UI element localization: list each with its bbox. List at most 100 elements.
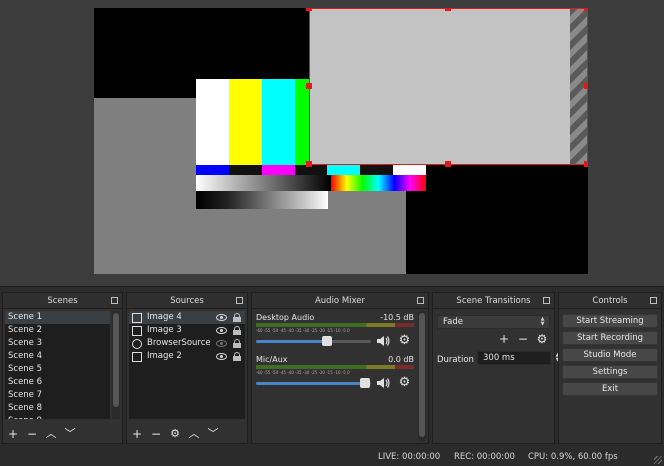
sources-dock-title: Sources xyxy=(127,293,247,309)
volume-meter xyxy=(256,365,414,369)
scene-list-item[interactable]: Scene 6 xyxy=(5,376,110,389)
mixer-scroll-thumb[interactable] xyxy=(419,313,425,437)
source-name: Image 4 xyxy=(147,312,182,322)
selection-handle[interactable] xyxy=(584,83,588,89)
remove-transition-icon[interactable]: − xyxy=(517,333,529,345)
visibility-eye-icon[interactable] xyxy=(216,314,227,321)
lock-icon[interactable] xyxy=(233,352,241,361)
scene-list-item[interactable]: Scene 2 xyxy=(5,324,110,337)
track-db: -10.5 dB xyxy=(380,313,414,322)
add-transition-icon[interactable]: + xyxy=(498,333,510,345)
visibility-eye-icon[interactable] xyxy=(216,353,227,360)
preview-area[interactable] xyxy=(0,0,664,287)
source-properties-gear-icon[interactable]: ⚙ xyxy=(169,428,181,440)
lock-icon[interactable] xyxy=(233,313,241,322)
settings-button[interactable]: Settings xyxy=(562,365,658,379)
move-up-icon[interactable]: ︿ xyxy=(45,428,57,440)
sources-dock: Sources Image 4 Image 3 BrowserSource Image… xyxy=(126,292,248,444)
image-icon xyxy=(132,351,142,362)
selection-handle[interactable] xyxy=(306,83,312,89)
scene-list-item[interactable]: Scene 5 xyxy=(5,363,110,376)
duration-input[interactable]: 300 ms ▲▼ xyxy=(477,351,559,365)
volume-slider[interactable] xyxy=(256,336,371,346)
mixer-title-text: Audio Mixer xyxy=(314,296,366,306)
visibility-eye-icon[interactable] xyxy=(216,327,227,334)
scene-list-item[interactable]: Scene 1 xyxy=(5,311,110,324)
cpu-status: CPU: 0.9%, 60.00 fps xyxy=(528,452,618,462)
source-list-item[interactable]: Image 3 xyxy=(129,324,245,337)
scene-list-item[interactable]: Scene 8 xyxy=(5,402,110,415)
mixer-scrollbar[interactable] xyxy=(418,311,426,441)
resize-grip-icon[interactable] xyxy=(654,456,662,464)
start-streaming-button[interactable]: Start Streaming xyxy=(562,314,658,328)
lock-icon[interactable] xyxy=(233,326,241,335)
lock-icon[interactable] xyxy=(233,339,241,348)
transitions-dock-title: Scene Transitions xyxy=(433,293,554,309)
updown-chevron-icon: ▲ ▼ xyxy=(540,316,545,327)
scene-list-item[interactable]: Scene 7 xyxy=(5,389,110,402)
duration-label: Duration xyxy=(437,355,474,365)
move-down-icon[interactable]: ﹀ xyxy=(64,428,76,440)
sources-toolbar: + − ⚙ ︿ ﹀ xyxy=(131,427,219,441)
undock-icon[interactable] xyxy=(417,297,424,304)
add-source-icon[interactable]: + xyxy=(131,428,143,440)
controls-dock: Controls Start Streaming Start Recording… xyxy=(558,292,662,444)
selection-handle[interactable] xyxy=(306,8,312,11)
visibility-eye-icon[interactable] xyxy=(216,340,227,347)
scenes-list[interactable]: Scene 1 Scene 2 Scene 3 Scene 4 Scene 5 Scene… xyxy=(5,311,110,419)
meter-scale: -60 -55 -50 -45 -40 -35 -30 -25 -20 -15 … xyxy=(256,328,350,333)
studio-mode-button[interactable]: Studio Mode xyxy=(562,348,658,362)
volume-slider-knob[interactable] xyxy=(360,378,371,388)
track-name: Desktop Audio xyxy=(256,313,315,322)
exit-button[interactable]: Exit xyxy=(562,382,658,396)
scenes-dock-title: Scenes xyxy=(3,293,122,309)
scene-list-item[interactable]: Scene 4 xyxy=(5,350,110,363)
scenes-toolbar: + − ︿ ﹀ xyxy=(7,427,76,441)
selection-handle[interactable] xyxy=(584,161,588,167)
track-gear-icon[interactable]: ⚙ xyxy=(398,376,411,389)
remove-scene-icon[interactable]: − xyxy=(26,428,38,440)
selection-handle[interactable] xyxy=(306,161,312,167)
move-down-icon[interactable]: ﹀ xyxy=(207,428,219,440)
volume-slider[interactable] xyxy=(256,378,371,388)
selection-handle[interactable] xyxy=(584,8,588,11)
undock-icon[interactable] xyxy=(650,297,657,304)
obs-window: Scenes Scene 1 Scene 2 Scene 3 Scene 4 Scene… xyxy=(0,0,664,466)
speaker-icon[interactable] xyxy=(376,334,390,348)
scene-list-item[interactable]: Scene 3 xyxy=(5,337,110,350)
source-list-item[interactable]: Image 4 xyxy=(129,311,245,324)
track-db: 0.0 dB xyxy=(388,355,414,364)
volume-slider-knob[interactable] xyxy=(322,336,333,346)
source-name: Image 2 xyxy=(147,351,182,361)
track-name: Mic/Aux xyxy=(256,355,288,364)
mixer-track: Desktop Audio -10.5 dB -60 -55 -50 -45 -40… xyxy=(256,313,414,353)
selection-handle[interactable] xyxy=(445,8,451,11)
source-list-item[interactable]: Image 2 xyxy=(129,350,245,363)
scenes-scroll-thumb[interactable] xyxy=(113,313,119,407)
speaker-icon[interactable] xyxy=(376,376,390,390)
scene-list-item[interactable]: Scene 9 xyxy=(5,415,110,419)
preview-canvas[interactable] xyxy=(94,8,588,274)
audio-mixer-dock: Audio Mixer Desktop Audio -10.5 dB -60 -55… xyxy=(251,292,429,444)
start-recording-button[interactable]: Start Recording xyxy=(562,331,658,345)
transition-select[interactable]: Fade ▲ ▼ xyxy=(437,315,550,329)
status-bar: LIVE: 00:00:00 REC: 00:00:00 CPU: 0.9%, … xyxy=(0,447,664,466)
selection-handle[interactable] xyxy=(445,161,451,167)
undock-icon[interactable] xyxy=(111,297,118,304)
scenes-scrollbar[interactable] xyxy=(112,311,120,419)
selection-outline[interactable] xyxy=(309,8,588,165)
controls-title-text: Controls xyxy=(592,296,628,306)
undock-icon[interactable] xyxy=(543,297,550,304)
add-scene-icon[interactable]: + xyxy=(7,428,19,440)
remove-source-icon[interactable]: − xyxy=(150,428,162,440)
source-list-item[interactable]: BrowserSource xyxy=(129,337,245,350)
volume-meter xyxy=(256,323,414,327)
sources-list[interactable]: Image 4 Image 3 BrowserSource Image 2 xyxy=(129,311,245,419)
mixer-track: Mic/Aux 0.0 dB -60 -55 -50 -45 -40 -35 -30… xyxy=(256,355,414,395)
transition-properties-gear-icon[interactable]: ⚙ xyxy=(536,333,548,345)
image-icon xyxy=(132,312,142,323)
track-gear-icon[interactable]: ⚙ xyxy=(398,334,411,347)
undock-icon[interactable] xyxy=(236,297,243,304)
source-name: Image 3 xyxy=(147,325,182,335)
move-up-icon[interactable]: ︿ xyxy=(188,428,200,440)
